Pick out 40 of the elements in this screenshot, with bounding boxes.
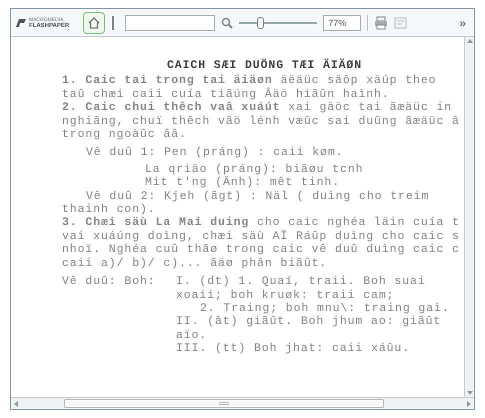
definition-line: I. (dt) 1. Quaí, traii. Boh suai	[176, 275, 426, 288]
home-icon	[87, 16, 102, 30]
text-line: vai xuáúng doìng, chæi säù AÏ Ráûp duìng cho caic s	[62, 230, 460, 244]
scroll-up-icon[interactable]	[466, 39, 472, 43]
vertical-scrollbar[interactable]	[464, 37, 474, 397]
horizontal-scrollbar[interactable]	[11, 397, 474, 409]
scroll-right-icon[interactable]	[467, 400, 471, 406]
text-line: 2. Caic chui thêch vaâ xuáút xai gäöc tai ãæäüc in	[62, 101, 452, 115]
search-field[interactable]	[125, 14, 216, 30]
print-icon[interactable]	[374, 16, 388, 30]
definition-line: 2. Traing; boh mnu\: traing gaì.	[199, 302, 450, 316]
text-line: La qriäo (práng): biãøu tcnh	[144, 162, 364, 176]
definition-line: III. (tt) Boh jhat: caii xáûu.	[176, 342, 410, 356]
text-line: 3. Chæi säù La Mai duing cho caic nghéa läin cuía t	[62, 216, 460, 230]
scroll-left-icon[interactable]	[14, 400, 18, 406]
text-line: nhoï. Nghéa cuû thãø trong caic vê duû duìng caic c	[62, 243, 460, 257]
search-icon[interactable]	[221, 16, 234, 28]
scroll-thumb[interactable]	[64, 399, 384, 408]
text-line: caii a)/ b)/ c)... ãäø phân biãût.	[62, 256, 328, 270]
zoom-field[interactable]: 77%	[323, 14, 362, 30]
more-button[interactable]: »	[459, 14, 470, 32]
definition-line: aïo.	[176, 328, 208, 342]
zoom-slider[interactable]	[239, 16, 318, 28]
slider-thumb[interactable]	[256, 16, 264, 28]
text-line: thainh con).	[62, 203, 156, 216]
text-line: Vê duû 2: Kjeh (ãgt) : Näl ( duìng cho treim	[85, 190, 430, 204]
home-button[interactable]	[83, 12, 106, 34]
text-line: 1. Caic tai trong tai äiäøn äëäüc säôp xäúp theo	[62, 74, 436, 88]
text-line: trong ngoàûc ââ.	[62, 128, 187, 142]
definition-line: xoaii; boh kruøk: traii cam;	[176, 288, 394, 302]
scroll-down-icon[interactable]	[466, 391, 472, 395]
definition-line: II. (ât) giãût. Boh jhum ao: giãût	[176, 315, 442, 329]
page-icon[interactable]	[394, 16, 408, 28]
example-label: Vê duû: Boh:	[62, 275, 157, 290]
logo-icon	[15, 18, 27, 28]
text-line: nghiãng, chuï thêch vãö lénh væûc sai duûng ãæäüc â	[62, 114, 460, 128]
text-line: Mit t'ng (Änh): mêt tinh.	[144, 176, 340, 190]
text-line: taû chæi caii cuía tiãúng Âäö hiãûn haình.	[62, 88, 390, 102]
text-line: Vê duû 1: Pen (práng) : caii køm.	[85, 146, 344, 160]
document-title: CAICH SÆI DUÖNG TÆI ÄIÄØN	[166, 59, 362, 72]
